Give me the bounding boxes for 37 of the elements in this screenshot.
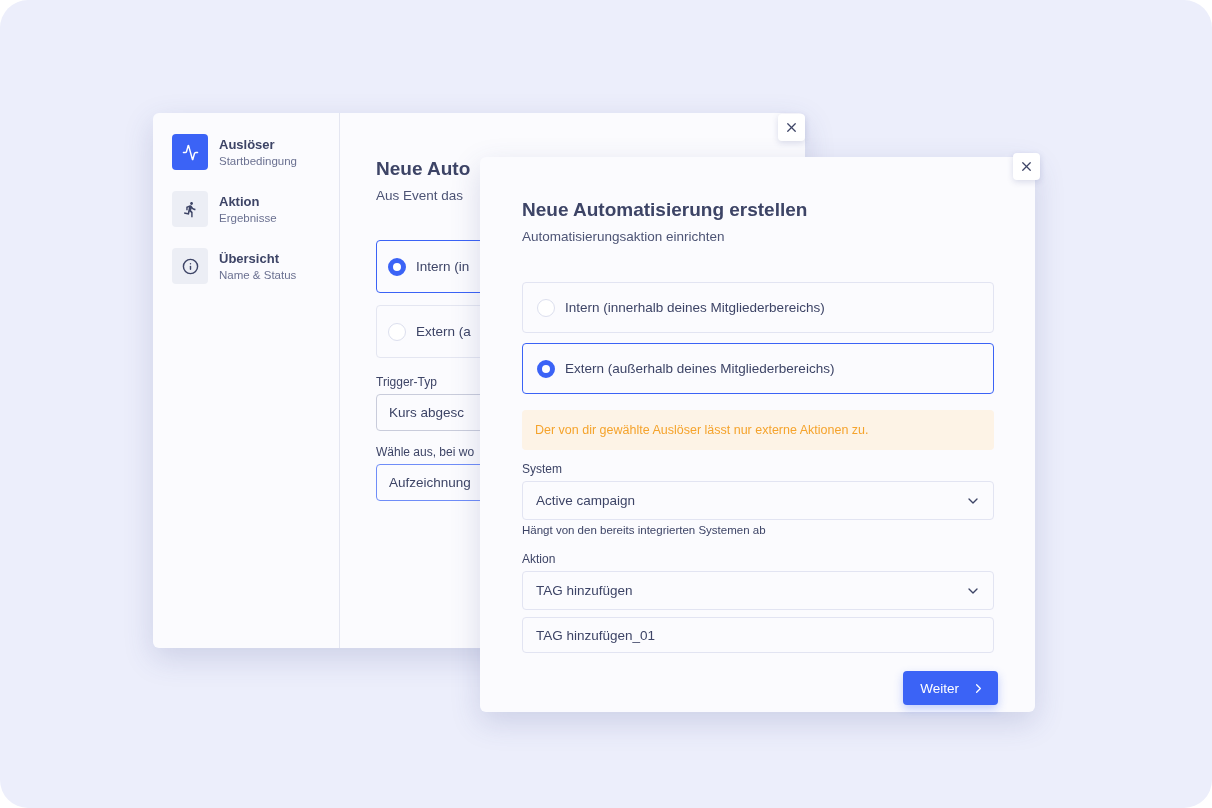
radio-button[interactable] [537,359,555,378]
step-subtitle: Name & Status [219,269,297,281]
step-subtitle: Startbedingung [219,155,297,167]
step-icon[interactable] [172,134,208,170]
option-card[interactable]: Extern (außerhalb deines Mitgliederbereichs) [522,343,994,394]
step-subtitle: Ergebnisse [219,212,277,224]
field-hint: Hängt von den bereits integrierten Systemen ab [522,524,767,536]
dialog-subtitle: Aus Event das [376,188,465,203]
close-button[interactable] [778,114,805,141]
close-icon [784,120,799,135]
next-button[interactable]: Weiter [903,671,998,705]
step-title: Aktion [219,194,261,209]
step-icon[interactable] [172,248,208,284]
pulse-icon [181,143,199,161]
field-label: Aktion [522,552,557,566]
close-icon [1019,159,1034,174]
field-label: Trigger-Typ [376,375,438,389]
action-select[interactable]: TAG hinzufügen [522,571,994,610]
name-input[interactable]: TAG hinzufügen_01 [522,617,994,653]
warning-message: Der von dir gewählte Auslöser lässt nur externe Aktionen zu. [522,410,994,450]
radio-button[interactable] [388,257,406,276]
close-button[interactable] [1013,153,1040,180]
dialog-subtitle: Automatisierungsaktion einrichten [522,229,726,244]
step-title: Übersicht [219,251,280,266]
info-icon [181,257,199,275]
option-label: Extern (außerhalb deines Mitgliederbereichs) [565,361,835,376]
option-label: Intern (innerhalb deines Mitgliederbereichs) [565,300,825,315]
step-title: Auslöser [219,137,276,152]
step-icon[interactable] [172,191,208,227]
field-label: System [522,462,563,476]
option-card[interactable]: Intern (innerhalb deines Mitgliederbereichs) [522,282,994,333]
dialog-title: Neue Automatisierung erstellen [522,199,809,221]
system-select[interactable]: Active campaign [522,481,994,520]
dialog-title: Neue Auto [376,158,472,180]
field-label: Wähle aus, bei wo [376,445,476,459]
option-label: Extern (a [416,324,471,339]
option-label: Intern (in [416,259,470,274]
